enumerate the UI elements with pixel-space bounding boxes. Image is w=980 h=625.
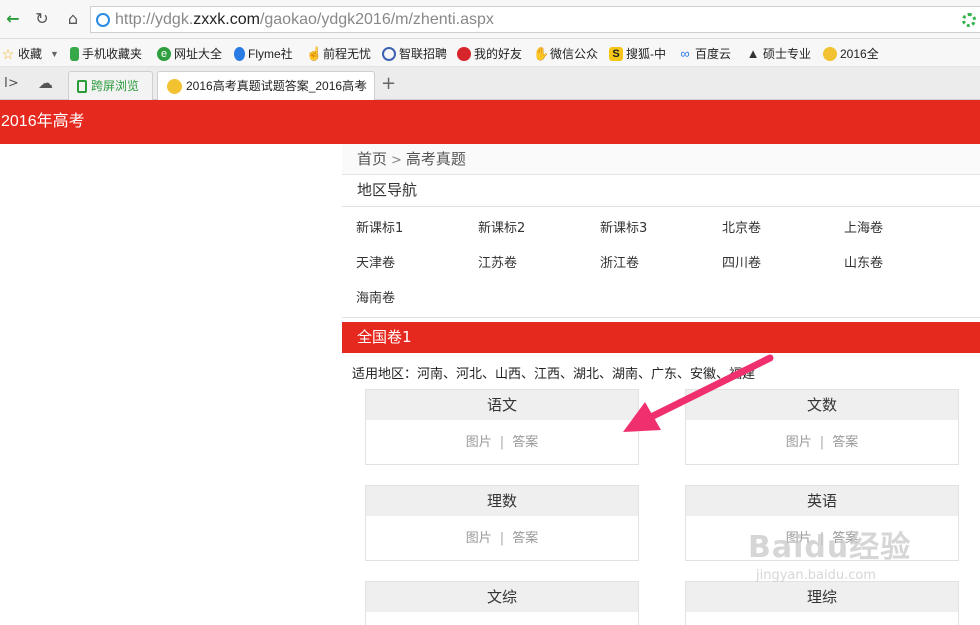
subject-title: 理数 <box>366 486 638 516</box>
close-icon[interactable]: ✕ <box>358 72 368 100</box>
bookmark-item[interactable]: ✋ 微信公众 <box>533 45 598 62</box>
image-link[interactable]: 图片 <box>466 531 492 546</box>
region-nav-title: 地区导航 <box>342 175 980 207</box>
baidu-jingyan-watermark: Baidu经验 jingyan.baidu.com <box>748 522 911 583</box>
annotation-arrow-icon <box>623 354 774 432</box>
url-input[interactable]: http://ydgk.zxxk.com/gaokao/ydgk2016/m/z… <box>90 6 980 33</box>
page-header: 2016年高考 <box>0 100 980 144</box>
image-link[interactable]: 图片 <box>466 435 492 450</box>
region-link[interactable]: 新课标3 <box>600 217 647 236</box>
bookmark-item[interactable]: S 搜狐-中 <box>609 45 666 62</box>
site-globe-icon <box>96 13 110 27</box>
hand-icon: ☝ <box>306 45 323 61</box>
breadcrumb: 首页 > 高考真题 <box>342 144 980 175</box>
face-icon <box>823 46 837 61</box>
bookmark-item[interactable]: Flyme社 <box>234 45 293 62</box>
cloud-icon: ∞ <box>680 45 690 61</box>
region-link[interactable]: 浙江卷 <box>600 252 639 271</box>
region-link[interactable]: 新课标2 <box>478 217 525 236</box>
phone-icon <box>77 80 87 93</box>
page-title: 2016年高考 <box>1 113 85 130</box>
globe-icon: e <box>157 46 171 61</box>
graduation-cap-icon: ▲ <box>746 45 760 61</box>
star-icon: ☆ <box>1 45 15 62</box>
subject-title: 语文 <box>366 390 638 420</box>
bookmark-item[interactable]: 智联招聘 <box>382 45 447 62</box>
section-title: 全国卷1 <box>342 322 980 353</box>
tab-strip: I> ☁ 跨屏浏览 2016高考真题试题答案_2016高考 ✕ + <box>0 67 980 101</box>
region-link[interactable]: 海南卷 <box>356 287 395 306</box>
breadcrumb-home-link[interactable]: 首页 <box>357 150 387 168</box>
tab-cross-screen[interactable]: 跨屏浏览 <box>68 71 153 100</box>
bookmark-item[interactable]: ▲ 硕士专业 <box>746 45 811 62</box>
subject-links: 图片 | 答案 <box>465 435 539 450</box>
tab-active[interactable]: 2016高考真题试题答案_2016高考 ✕ <box>157 71 375 101</box>
region-grid: 新课标1 新课标2 新课标3 北京卷 上海卷 天津卷 江苏卷 浙江卷 四川卷 山… <box>342 207 980 318</box>
answer-link[interactable]: 答案 <box>512 531 538 546</box>
phone-icon <box>70 46 79 61</box>
bookmark-item[interactable]: 我的好友 <box>457 45 522 62</box>
bookmark-item[interactable]: ∞ 百度云 <box>678 45 731 62</box>
region-link[interactable]: 天津卷 <box>356 252 395 271</box>
bookmark-item[interactable]: 手机收藏夹 <box>70 45 142 62</box>
region-link[interactable]: 江苏卷 <box>478 252 517 271</box>
loading-status-icon <box>962 13 976 27</box>
region-link[interactable]: 上海卷 <box>844 217 883 236</box>
subject-title: 文综 <box>366 582 638 612</box>
bookmark-favorites[interactable]: ☆ 收藏 ▼ <box>1 45 59 62</box>
site-favicon-icon <box>167 79 182 94</box>
bookmark-item[interactable]: 2016全 <box>823 45 879 62</box>
breadcrumb-separator: > <box>391 153 402 168</box>
subject-card: 文综 <box>365 581 639 625</box>
tab-label: 跨屏浏览 <box>91 79 140 93</box>
breadcrumb-current: 高考真题 <box>405 150 466 168</box>
region-link[interactable]: 四川卷 <box>722 252 761 271</box>
answer-link[interactable]: 答案 <box>512 435 538 450</box>
tab-label: 2016高考真题试题答案_2016高考 <box>186 79 367 93</box>
weibo-icon <box>457 46 471 61</box>
sidebar-toggle-icon[interactable]: I> <box>4 76 19 91</box>
bookmark-item[interactable]: ☝ 前程无忧 <box>306 45 371 62</box>
main-content: 首页 > 高考真题 地区导航 新课标1 新课标2 新课标3 北京卷 上海卷 天津卷 … <box>342 144 980 625</box>
subject-card: 语文 图片 | 答案 <box>365 389 639 465</box>
image-link[interactable]: 图片 <box>786 435 812 450</box>
refresh-icon[interactable]: ↻ <box>32 9 52 29</box>
home-icon[interactable]: ⌂ <box>63 9 83 29</box>
cloud-sync-icon[interactable]: ☁ <box>38 74 53 92</box>
subject-title: 理综 <box>686 582 958 612</box>
flyme-icon <box>234 46 245 61</box>
chevron-down-icon[interactable]: ▼ <box>50 49 59 59</box>
subject-card: 理数 图片 | 答案 <box>365 485 639 561</box>
bookmark-item[interactable]: e 网址大全 <box>157 45 222 62</box>
answer-link[interactable]: 答案 <box>832 435 858 450</box>
bookmarks-bar: ☆ 收藏 ▼ 手机收藏夹 e 网址大全 Flyme社 ☝ 前程无忧 智联招聘 我的好友 … <box>0 39 980 67</box>
region-link[interactable]: 新课标1 <box>356 217 403 236</box>
watermark-logo: Baidu经验 <box>748 530 912 565</box>
region-link[interactable]: 北京卷 <box>722 217 761 236</box>
sohu-icon: S <box>609 46 623 61</box>
address-toolbar: ← ↻ ⌂ http://ydgk.zxxk.com/gaokao/ydgk20… <box>0 0 980 39</box>
hand-icon: ✋ <box>533 45 550 61</box>
watermark-url: jingyan.baidu.com <box>756 568 876 583</box>
region-link[interactable]: 山东卷 <box>844 252 883 271</box>
subject-card: 理综 <box>685 581 959 625</box>
new-tab-button[interactable]: + <box>381 73 396 94</box>
subject-links: 图片 | 答案 <box>465 531 539 546</box>
url-text[interactable]: http://ydgk.zxxk.com/gaokao/ydgk2016/m/z… <box>115 11 494 29</box>
subject-title: 英语 <box>686 486 958 516</box>
zhaopin-icon <box>382 46 396 61</box>
back-arrow-icon[interactable]: ← <box>3 9 23 29</box>
